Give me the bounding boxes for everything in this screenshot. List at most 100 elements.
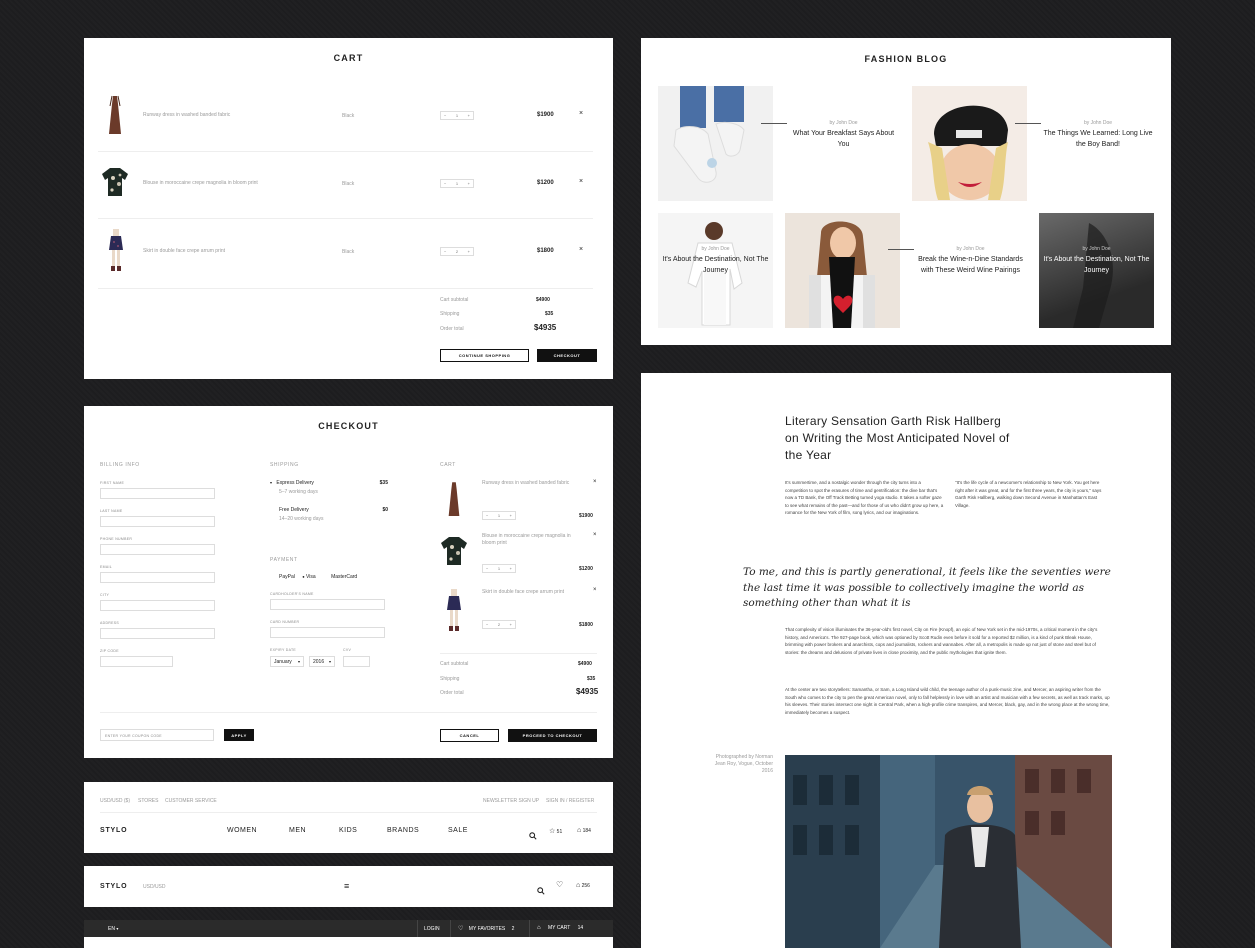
minus-button[interactable]: −	[486, 566, 488, 571]
blog-post-3[interactable]: by John Doe It's About the Destination, …	[658, 246, 773, 276]
minus-button[interactable]: −	[486, 513, 488, 518]
blog-image-scarf[interactable]	[785, 213, 900, 328]
blog-connector-line	[888, 249, 914, 250]
minus-button[interactable]: −	[444, 249, 446, 254]
remove-icon[interactable]: ×	[593, 479, 597, 485]
minus-button[interactable]: −	[486, 622, 488, 627]
quantity-stepper[interactable]: − 2 +	[440, 247, 474, 256]
nav-sale[interactable]: SALE	[448, 827, 468, 834]
proceed-to-checkout-button[interactable]: PROCEED TO CHECKOUT	[508, 729, 597, 742]
nav-kids[interactable]: KIDS	[339, 827, 357, 834]
shipping-option-express[interactable]: ▾ Express Delivery $35 5–7 working days	[270, 480, 388, 495]
cart-item-name[interactable]: Runway dress in washed banded fabric	[143, 112, 230, 118]
menu-icon[interactable]: ≡	[344, 881, 349, 891]
blog-post-author: by John Doe	[1083, 120, 1113, 126]
remove-icon[interactable]: ×	[593, 587, 597, 593]
plus-button[interactable]: +	[510, 622, 512, 627]
heart-icon: ♡	[458, 926, 464, 932]
address-field[interactable]	[100, 628, 215, 639]
remove-icon[interactable]: ×	[579, 178, 583, 185]
minus-button[interactable]: −	[444, 113, 446, 118]
coupon-placeholder: ENTER YOUR COUPON CODE	[105, 734, 162, 738]
language-value: EN	[108, 926, 115, 932]
plus-button[interactable]: +	[468, 249, 470, 254]
favorites-button[interactable]: ☆ 51	[549, 827, 562, 835]
cart-item-name[interactable]: Runway dress in washed banded fabric	[482, 480, 574, 487]
coupon-input[interactable]: ENTER YOUR COUPON CODE	[100, 729, 214, 741]
city-field[interactable]	[100, 600, 215, 611]
plus-button[interactable]: +	[510, 513, 512, 518]
quantity-stepper[interactable]: − 2 +	[482, 620, 516, 629]
email-field[interactable]	[100, 572, 215, 583]
plus-button[interactable]: +	[468, 113, 470, 118]
shipping-option-name: Express Delivery	[276, 480, 314, 486]
blog-post-2[interactable]: by John Doe The Things We Learned: Long …	[1038, 120, 1158, 150]
cart-button[interactable]: ⌂ 256	[576, 882, 590, 889]
star-icon: ☆	[549, 828, 556, 835]
expiry-year-select[interactable]: 2016 ▾	[309, 656, 335, 667]
logo[interactable]: STYLO	[100, 883, 127, 890]
payment-option-mastercard[interactable]: MasterCard	[331, 574, 357, 580]
nav-men[interactable]: MEN	[289, 827, 306, 834]
language-selector[interactable]: EN ▾	[108, 926, 118, 932]
blog-image-sneakers[interactable]	[658, 86, 773, 201]
cancel-button[interactable]: CANCEL	[440, 729, 499, 742]
cart-item-name[interactable]: Skirt in double face crepe arrum print	[143, 248, 225, 254]
plus-button[interactable]: +	[510, 566, 512, 571]
stores-link[interactable]: STORES	[138, 798, 158, 804]
last-name-field[interactable]	[100, 516, 215, 527]
payment-option-visa[interactable]: ● Visa	[302, 574, 315, 580]
blog-post-5[interactable]: by John Doe It's About the Destination, …	[1039, 246, 1154, 276]
first-name-field[interactable]	[100, 488, 215, 499]
card-number-field[interactable]	[270, 627, 385, 638]
blog-image-beanie[interactable]	[912, 86, 1027, 201]
bag-icon: ⌂	[576, 882, 581, 889]
expiry-month-select[interactable]: January ▾	[270, 656, 304, 667]
login-link[interactable]: LOGIN	[424, 926, 440, 932]
nav-women[interactable]: WOMEN	[227, 827, 257, 834]
cart-item-name[interactable]: Blouse in moroccaine crepe magnolia in b…	[482, 533, 578, 547]
my-cart-link[interactable]: ⌂ MY CART 14	[537, 925, 583, 931]
quantity-stepper[interactable]: − 1 +	[440, 111, 474, 120]
cart-item-name[interactable]: Blouse in moroccaine crepe magnolia in b…	[143, 180, 258, 186]
apply-coupon-button[interactable]: APPLY	[224, 729, 254, 741]
row-divider	[98, 151, 593, 152]
blog-post-title: It's About the Destination, Not The Jour…	[1043, 256, 1150, 274]
remove-icon[interactable]: ×	[579, 110, 583, 117]
selected-value: January	[274, 659, 292, 665]
remove-icon[interactable]: ×	[579, 246, 583, 253]
plus-button[interactable]: +	[468, 181, 470, 186]
blog-post-1[interactable]: by John Doe What Your Breakfast Says Abo…	[791, 120, 896, 150]
search-icon[interactable]	[529, 827, 537, 845]
remove-icon[interactable]: ×	[593, 532, 597, 538]
nav-brands[interactable]: BRANDS	[387, 827, 419, 834]
cart-item-name[interactable]: Skirt in double face crepe arrum print	[482, 589, 582, 595]
quantity-stepper[interactable]: − 1 +	[482, 511, 516, 520]
heart-icon[interactable]: ♡	[556, 880, 563, 889]
cvv-field[interactable]	[343, 656, 370, 667]
newsletter-link[interactable]: NEWSLETTER SIGN UP	[483, 798, 539, 804]
signin-link[interactable]: SIGN IN / REGISTER	[546, 798, 594, 804]
shipping-option-price: $35	[379, 480, 388, 486]
logo[interactable]: STYLO	[100, 827, 127, 834]
continue-shopping-button[interactable]: CONTINUE SHOPPING	[440, 349, 529, 362]
header-topbar: EN ▾ LOGIN ♡ MY FAVORITES 2 ⌂ MY CART 14	[84, 920, 613, 948]
phone-field[interactable]	[100, 544, 215, 555]
zip-code-field[interactable]	[100, 656, 173, 667]
shipping-option-free[interactable]: Free Delivery $0 14–20 working days	[270, 507, 388, 522]
quantity-stepper[interactable]: − 1 +	[440, 179, 474, 188]
blog-post-4[interactable]: by John Doe Break the Wine-n-Dine Standa…	[912, 246, 1029, 276]
checkout-button[interactable]: CHECKOUT	[537, 349, 597, 362]
minus-button[interactable]: −	[444, 181, 446, 186]
cardholder-field[interactable]	[270, 599, 385, 610]
currency-selector[interactable]: USD/USD	[143, 884, 166, 890]
search-icon[interactable]	[537, 882, 545, 900]
quantity-stepper[interactable]: − 1 +	[482, 564, 516, 573]
shipping-label: Shipping	[440, 311, 460, 317]
field-label: CVV	[343, 648, 352, 652]
customer-service-link[interactable]: CUSTOMER SERVICE	[165, 798, 217, 804]
cart-button[interactable]: ⌂ 184	[577, 827, 591, 834]
currency-selector[interactable]: USD/USD ($)	[100, 798, 130, 804]
payment-option-paypal[interactable]: PayPal	[270, 574, 295, 580]
my-favorites-link[interactable]: ♡ MY FAVORITES 2	[458, 925, 514, 932]
